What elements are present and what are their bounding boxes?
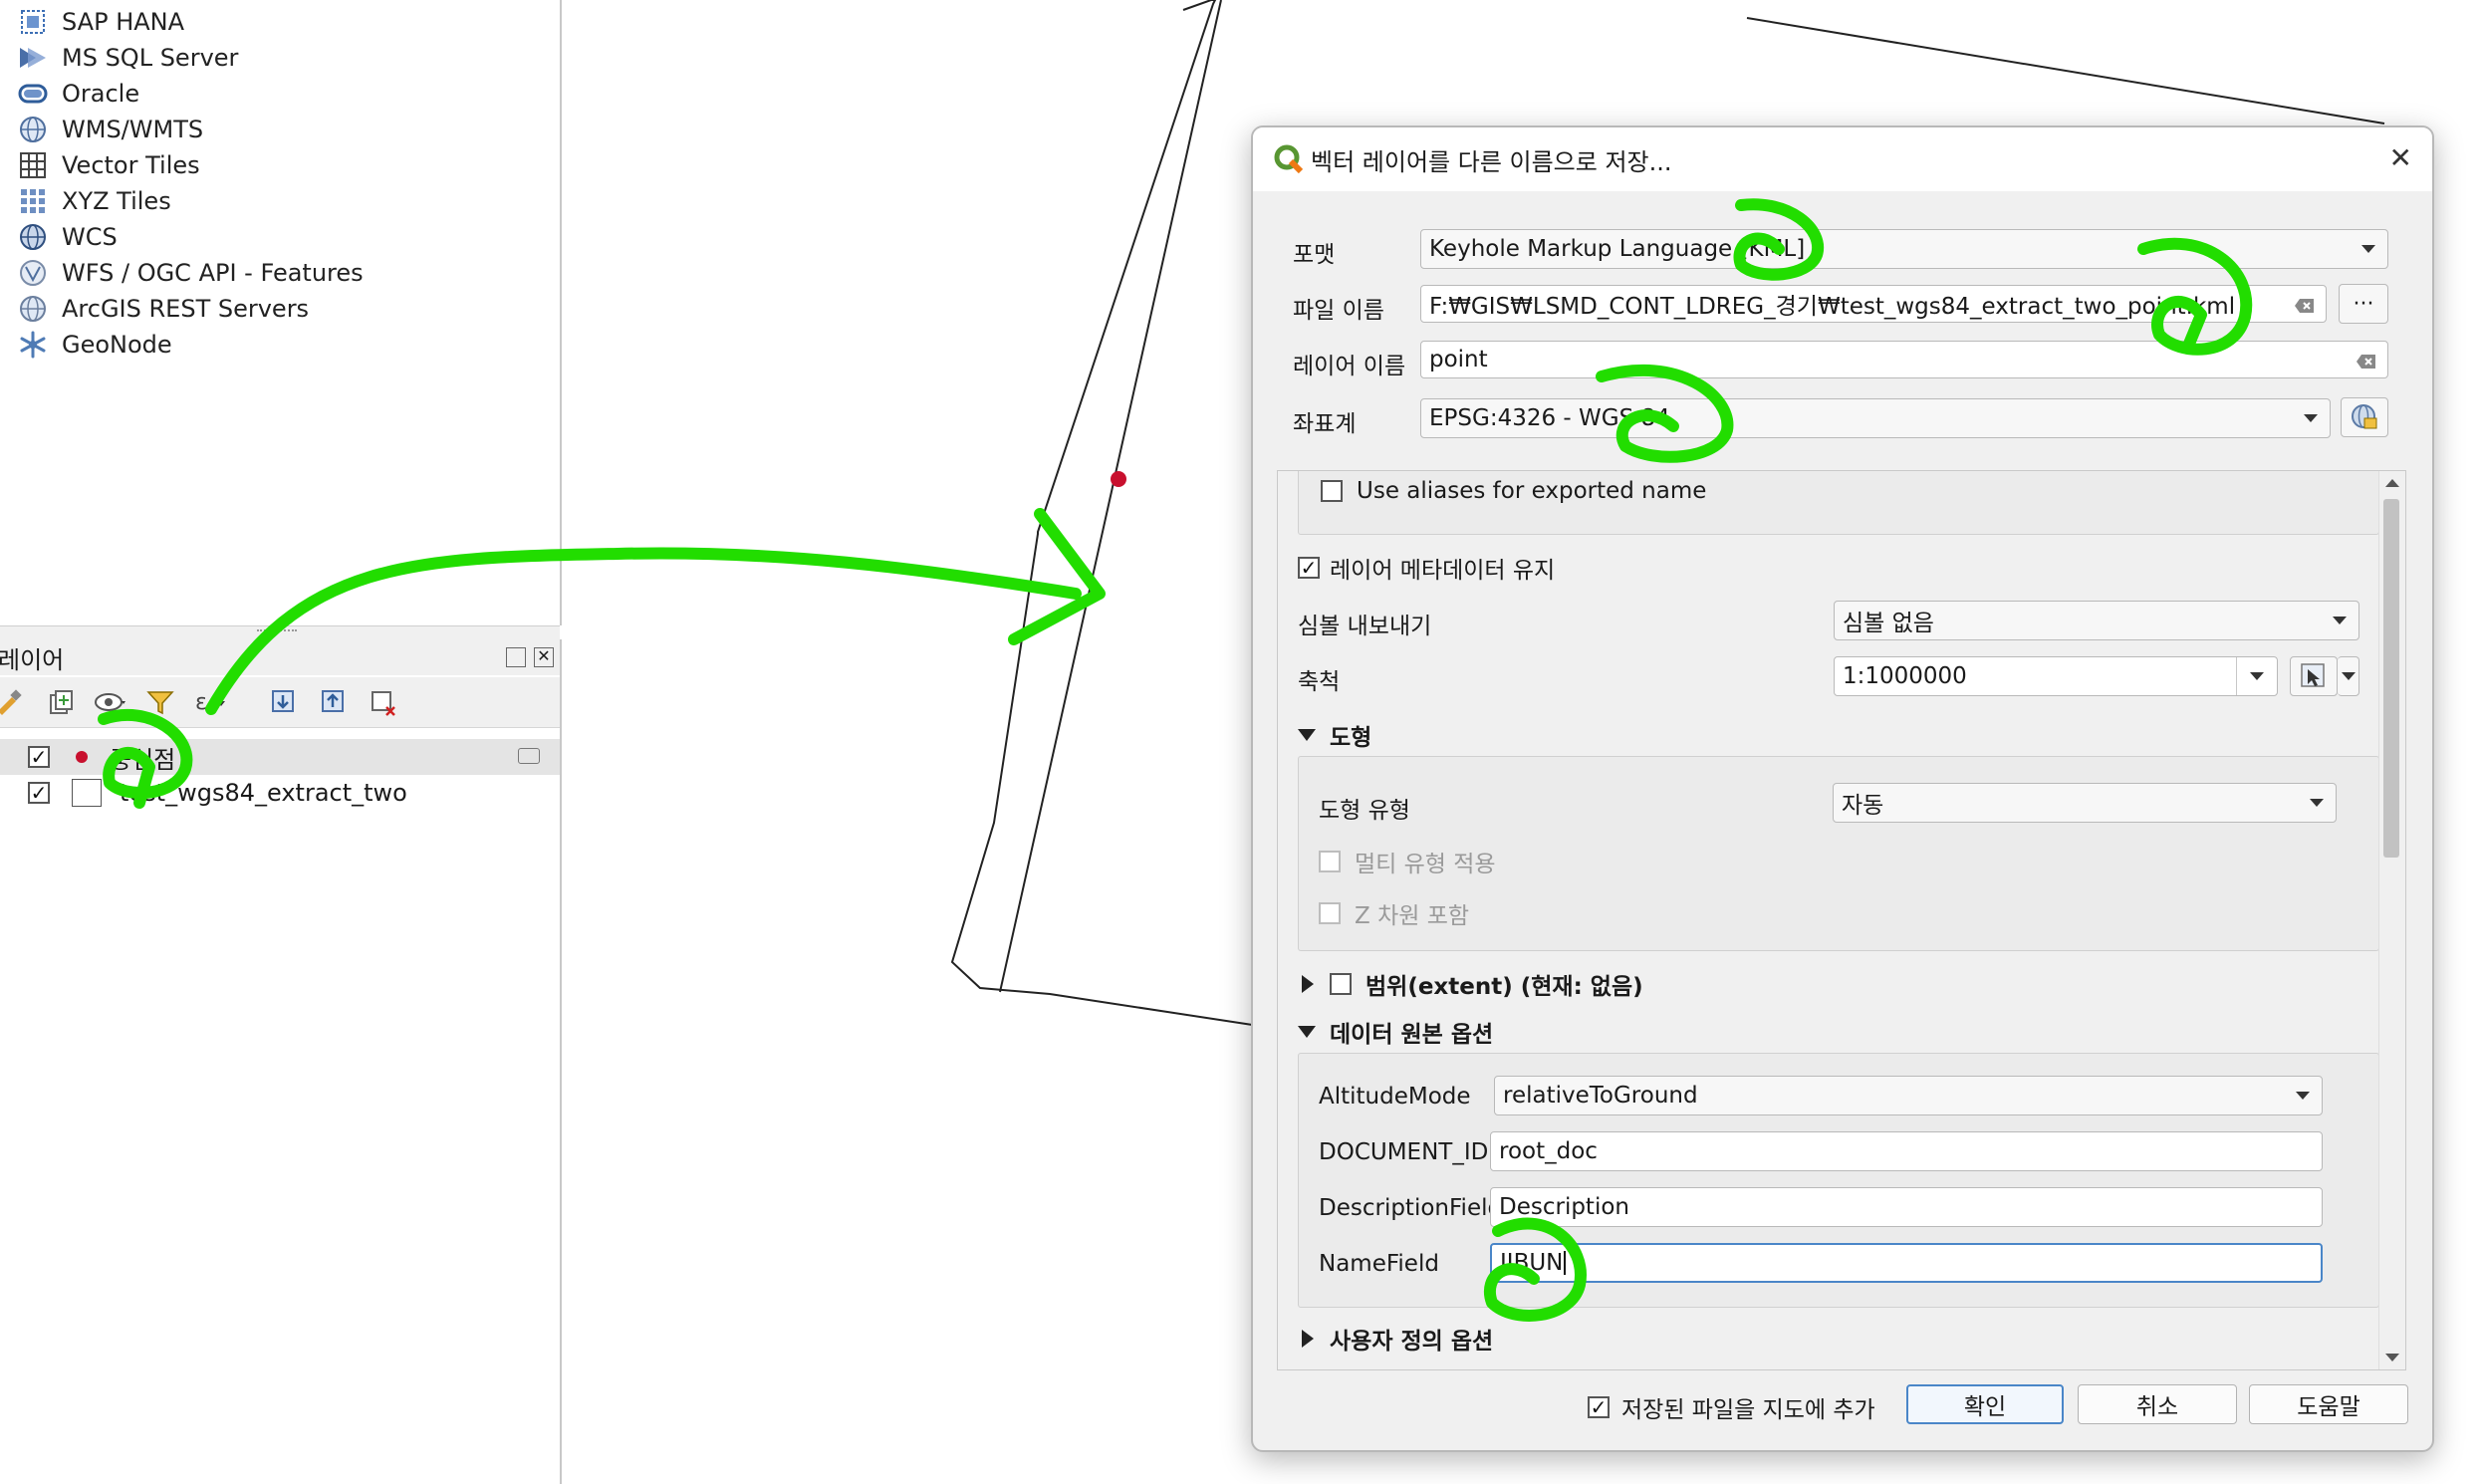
annotation-loop-namefield xyxy=(1484,1217,1587,1322)
annotation-overlay xyxy=(98,198,2253,1322)
annotation-loop-format xyxy=(1733,198,1825,281)
annotation-loop-filename xyxy=(2137,237,2253,356)
annotation-loop-crs xyxy=(1596,364,1734,463)
annotation-arrow xyxy=(205,547,1082,715)
annotation-loop-layer xyxy=(98,708,193,809)
annotation-arrowhead xyxy=(1008,508,1106,645)
